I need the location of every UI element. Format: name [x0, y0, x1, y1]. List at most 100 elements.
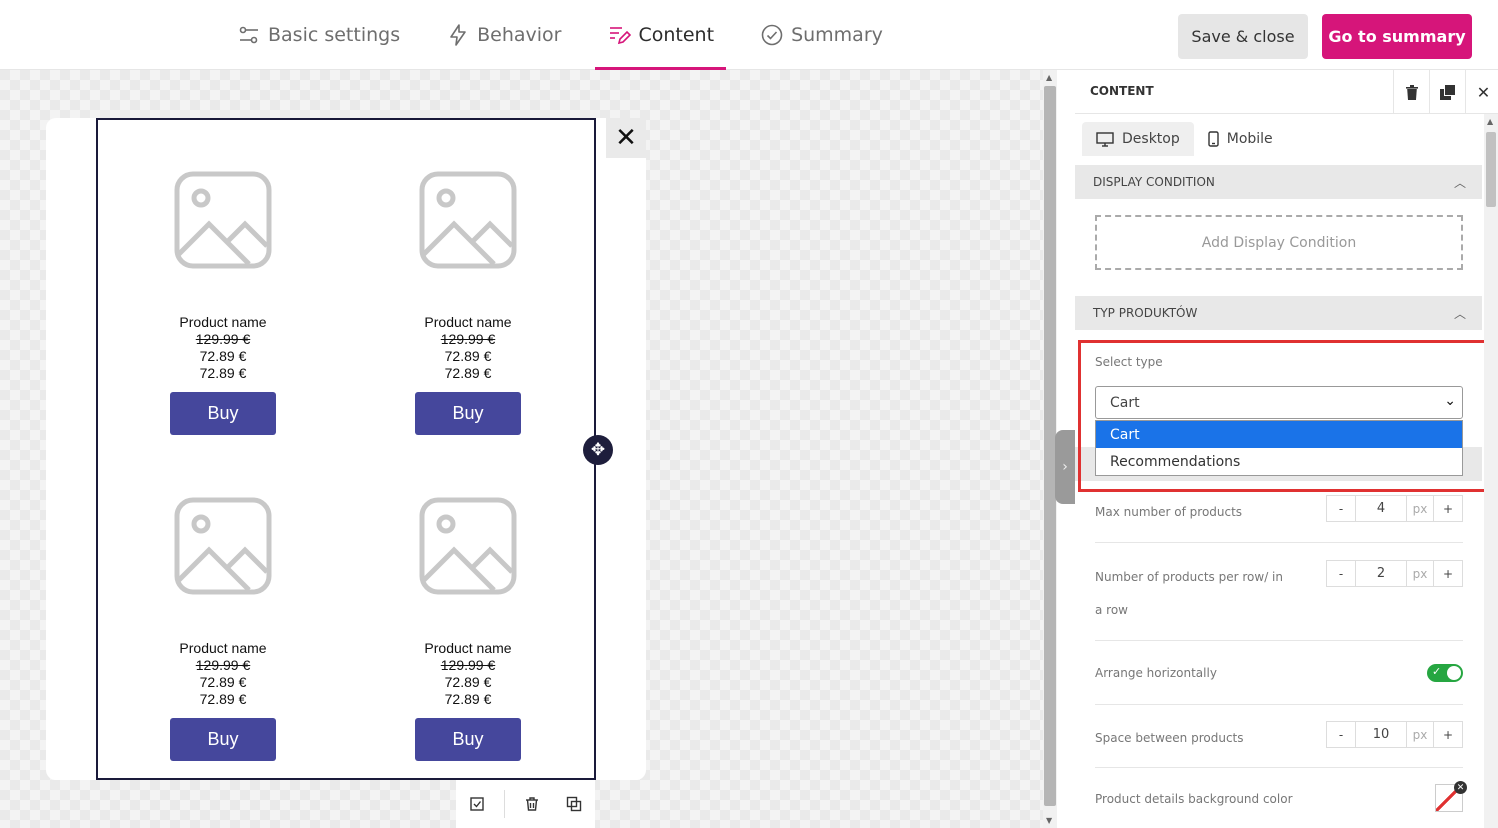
- tab-basic-settings[interactable]: Basic settings: [225, 0, 412, 70]
- trash-icon: [1405, 84, 1418, 100]
- tab-label: Behavior: [477, 24, 562, 46]
- tab-label: Basic settings: [268, 24, 401, 46]
- panel-title: CONTENT: [1090, 84, 1154, 98]
- tab-summary[interactable]: Summary: [748, 0, 895, 70]
- duplicate-icon[interactable]: [559, 789, 589, 819]
- content-settings-panel: CONTENT ✕ Desktop Mobile DISPLAY CONDITI…: [1075, 70, 1498, 828]
- device-tabs: Desktop Mobile: [1082, 122, 1287, 156]
- panel-collapse-tab[interactable]: ›: [1055, 430, 1075, 504]
- product-name: Product name: [179, 314, 267, 330]
- image-placeholder-icon: [173, 170, 273, 270]
- panel-scrollbar[interactable]: ▲: [1484, 114, 1498, 828]
- chevron-right-icon: ›: [1062, 459, 1068, 475]
- stepper-value[interactable]: 10: [1355, 721, 1407, 748]
- old-price: 129.99 €: [195, 331, 251, 347]
- lightning-icon: [446, 23, 470, 47]
- price: 72.89 €: [199, 691, 247, 707]
- space-between-label: Space between products: [1095, 731, 1244, 745]
- close-icon: ✕: [615, 123, 637, 153]
- tab-desktop[interactable]: Desktop: [1082, 122, 1194, 156]
- price: 72.89 €: [444, 674, 492, 690]
- image-placeholder-icon: [418, 496, 518, 596]
- products-per-row-label: Number of products per row/ in: [1095, 570, 1283, 584]
- section-product-type[interactable]: TYP PRODUKTÓW ︿: [1075, 296, 1482, 330]
- tab-label: Mobile: [1226, 131, 1273, 147]
- scrollbar-thumb[interactable]: [1486, 132, 1496, 207]
- unit-label: px: [1406, 560, 1434, 587]
- price: 72.89 €: [444, 348, 492, 364]
- add-display-condition-button[interactable]: Add Display Condition: [1095, 215, 1463, 270]
- tab-label: Summary: [791, 24, 883, 46]
- content-edit-icon: [607, 23, 632, 47]
- go-to-summary-button[interactable]: Go to summary: [1322, 14, 1472, 59]
- buy-button[interactable]: Buy: [170, 392, 276, 435]
- stepper-value[interactable]: 4: [1355, 495, 1407, 522]
- chevron-up-icon[interactable]: ︿: [1454, 174, 1466, 191]
- product-card: Product name 129.99 € 72.89 € 72.89 € Bu…: [143, 496, 303, 761]
- block-toolbar: [456, 780, 595, 828]
- decrement-button[interactable]: -: [1326, 721, 1356, 748]
- arrange-horizontally-toggle[interactable]: ✓: [1427, 664, 1463, 682]
- check-square-icon[interactable]: [462, 789, 492, 819]
- buy-button[interactable]: Buy: [415, 718, 521, 761]
- price: 72.89 €: [199, 348, 247, 364]
- move-handle-icon[interactable]: ✥: [583, 435, 613, 465]
- clear-color-icon[interactable]: ✕: [1454, 781, 1467, 794]
- products-per-row-label-cont: a row: [1095, 603, 1128, 617]
- space-between-stepper: - 10 px +: [1326, 721, 1463, 748]
- tab-mobile[interactable]: Mobile: [1194, 122, 1287, 156]
- increment-button[interactable]: +: [1433, 560, 1463, 587]
- scroll-up-arrow-icon[interactable]: ▲: [1487, 117, 1493, 126]
- buy-button[interactable]: Buy: [170, 718, 276, 761]
- bg-color-row: Product details background color ✕: [1095, 781, 1467, 828]
- product-card: Product name 129.99 € 72.89 € 72.89 € Bu…: [388, 170, 548, 435]
- arrange-horizontally-row: Arrange horizontally ✓: [1095, 664, 1463, 705]
- max-products-label: Max number of products: [1095, 505, 1243, 519]
- toolbar-divider: [504, 790, 505, 818]
- stepper-value[interactable]: 2: [1355, 560, 1407, 587]
- buy-button[interactable]: Buy: [415, 392, 521, 435]
- increment-button[interactable]: +: [1433, 721, 1463, 748]
- duplicate-icon: [1440, 84, 1455, 100]
- increment-button[interactable]: +: [1433, 495, 1463, 522]
- tab-content[interactable]: Content: [595, 0, 726, 70]
- product-card: Product name 129.99 € 72.89 € 72.89 € Bu…: [143, 170, 303, 435]
- button-label: Add Display Condition: [1201, 234, 1357, 251]
- scroll-down-arrow-icon[interactable]: ▼: [1046, 816, 1052, 825]
- top-bar: Basic settings Behavior Content Summary …: [0, 0, 1498, 70]
- popup-close-button[interactable]: ✕: [606, 118, 646, 158]
- trash-icon[interactable]: [517, 789, 547, 819]
- decrement-button[interactable]: -: [1326, 495, 1356, 522]
- tab-label: Desktop: [1122, 131, 1180, 147]
- save-close-button[interactable]: Save & close: [1178, 14, 1308, 59]
- arrange-horizontally-label: Arrange horizontally: [1095, 666, 1217, 680]
- product-name: Product name: [179, 640, 267, 656]
- old-price: 129.99 €: [195, 657, 251, 673]
- delete-block-button[interactable]: [1393, 70, 1429, 114]
- price: 72.89 €: [199, 674, 247, 690]
- panel-header: CONTENT ✕: [1075, 70, 1498, 114]
- tab-label: Content: [638, 24, 715, 46]
- product-name: Product name: [424, 314, 512, 330]
- price: 72.89 €: [199, 365, 247, 381]
- old-price: 129.99 €: [440, 657, 496, 673]
- decrement-button[interactable]: -: [1326, 560, 1356, 587]
- section-title: DISPLAY CONDITION: [1093, 175, 1215, 189]
- wizard-tabs: Basic settings Behavior Content Summary: [225, 0, 917, 70]
- product-card: Product name 129.99 € 72.89 € 72.89 € Bu…: [388, 496, 548, 761]
- duplicate-block-button[interactable]: [1429, 70, 1465, 114]
- tab-behavior[interactable]: Behavior: [434, 0, 573, 70]
- chevron-up-icon[interactable]: ︿: [1454, 305, 1466, 322]
- sliders-icon: [237, 23, 261, 47]
- old-price: 129.99 €: [440, 331, 496, 347]
- space-between-row: Space between products - 10 px +: [1095, 721, 1463, 768]
- image-placeholder-icon: [173, 496, 273, 596]
- close-panel-button[interactable]: ✕: [1465, 70, 1498, 114]
- product-name: Product name: [424, 640, 512, 656]
- scroll-up-arrow-icon[interactable]: ▲: [1046, 73, 1052, 82]
- highlight-box: [1078, 340, 1490, 492]
- bg-color-label: Product details background color: [1095, 792, 1293, 806]
- close-icon: ✕: [1476, 82, 1491, 102]
- section-display-condition[interactable]: DISPLAY CONDITION ︿: [1075, 165, 1482, 199]
- products-per-row-row: Number of products per row/ in a row - 2…: [1095, 560, 1463, 641]
